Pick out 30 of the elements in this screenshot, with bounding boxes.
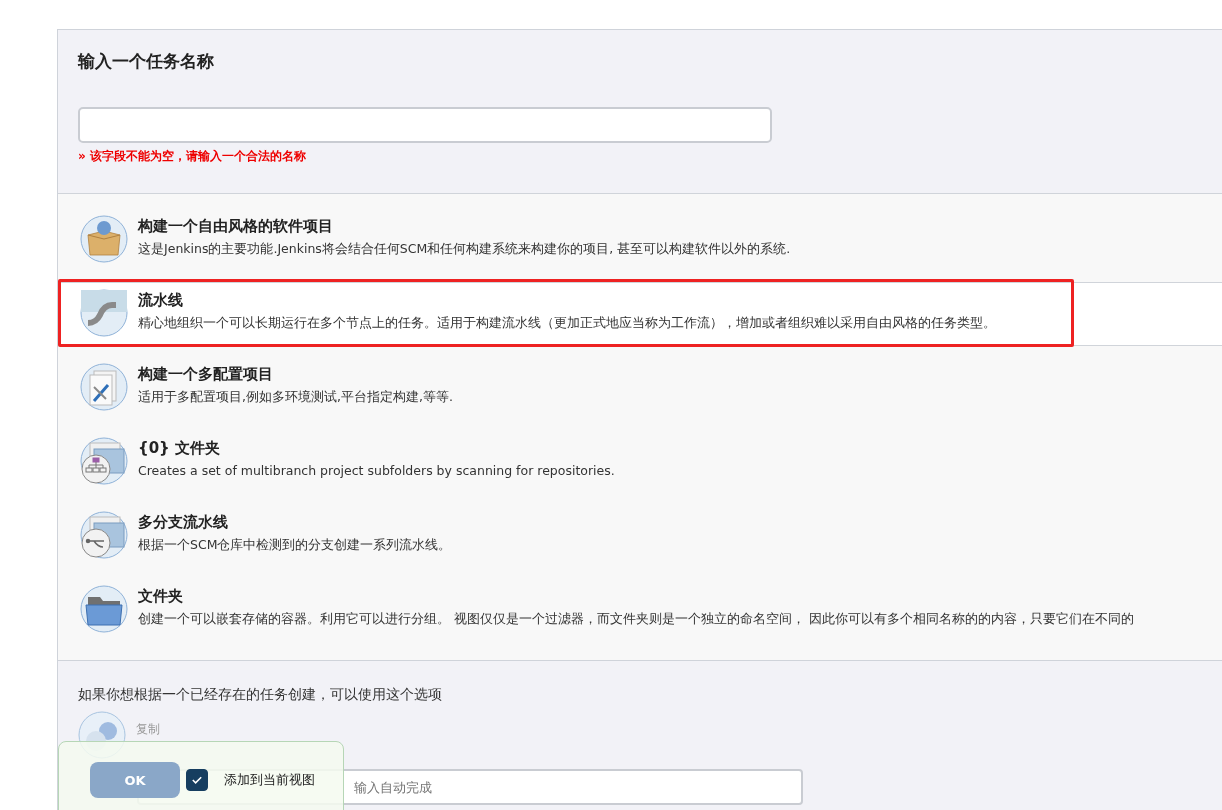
job-type-option[interactable]: 多分支流水线 根据一个SCM仓库中检测到的分支创建一系列流水线。 [58,504,1222,568]
folder-branch-icon [80,511,128,559]
option-title: 文件夹 [138,587,184,605]
job-type-option[interactable]: 构建一个多配置项目 适用于多配置项目,例如多环境测试,平台指定构建,等等. [58,356,1222,420]
folder-tree-icon [80,437,128,485]
option-title: 流水线 [138,291,184,309]
job-type-option[interactable]: 文件夹 创建一个可以嵌套存储的容器。利用它可以进行分组。 视图仅仅是一个过滤器，而文件夹则是一个独立的命名空间， 因此你可以有多个相同名称的的内容，只要它们在不同的 [58,578,1222,642]
option-description: 根据一个SCM仓库中检测到的分支创建一系列流水线。 [138,537,452,553]
copy-prompt: 如果你想根据一个已经存在的任务创建，可以使用这个选项 [78,685,443,703]
option-description: 适用于多配置项目,例如多环境测试,平台指定构建,等等. [138,389,453,405]
option-title: 构建一个自由风格的软件项目 [138,217,334,235]
job-type-option[interactable]: 构建一个自由风格的软件项目 这是Jenkins的主要功能.Jenkins将会结合任何SCM和任何构建系统来构建你的项目, 甚至可以构建软件以外的系统. [58,208,1222,272]
name-input-field[interactable] [78,107,772,143]
option-description: Creates a set of multibranch project subfolders by scanning for repositories. [138,463,615,479]
copy-label: 复制 [136,721,160,738]
checkbox-label: 添加到当前视图 [224,771,315,789]
checkbox[interactable] [186,769,208,791]
section-title: 输入一个任务名称 [78,50,215,73]
box-icon [80,215,128,263]
job-type-option[interactable]: {0} 文件夹 Creates a set of multibranch project subfolders by scanning for repositories. [58,430,1222,494]
option-title: {0} 文件夹 [138,439,222,457]
option-title: 多分支流水线 [138,513,229,531]
selected-job-type-option[interactable]: 流水线 精心地组织一个可以长期运行在多个节点上的任务。适用于构建流水线（更加正式地应当称为工作流），增加或者组织难以采用自由风格的任务类型。 [58,282,1222,346]
pipe-icon [80,289,128,337]
option-description: 创建一个可以嵌套存储的容器。利用它可以进行分组。 视图仅仅是一个过滤器，而文件夹则是一个独立的命名空间， 因此你可以有多个相同名称的的内容，只要它们在不同的 [138,611,1134,627]
error-message: » 该字段不能为空，请输入一个合法的名称 [78,148,307,165]
option-title: 构建一个多配置项目 [138,365,274,383]
option-description: 精心地组织一个可以长期运行在多个节点上的任务。适用于构建流水线（更加正式地应当称为工作流），增加或者组织难以采用自由风格的任务类型。 [138,315,996,331]
folder-icon [80,585,128,633]
option-description: 这是Jenkins的主要功能.Jenkins将会结合任何SCM和任何构建系统来构建你的项目, 甚至可以构建软件以外的系统. [138,241,791,257]
